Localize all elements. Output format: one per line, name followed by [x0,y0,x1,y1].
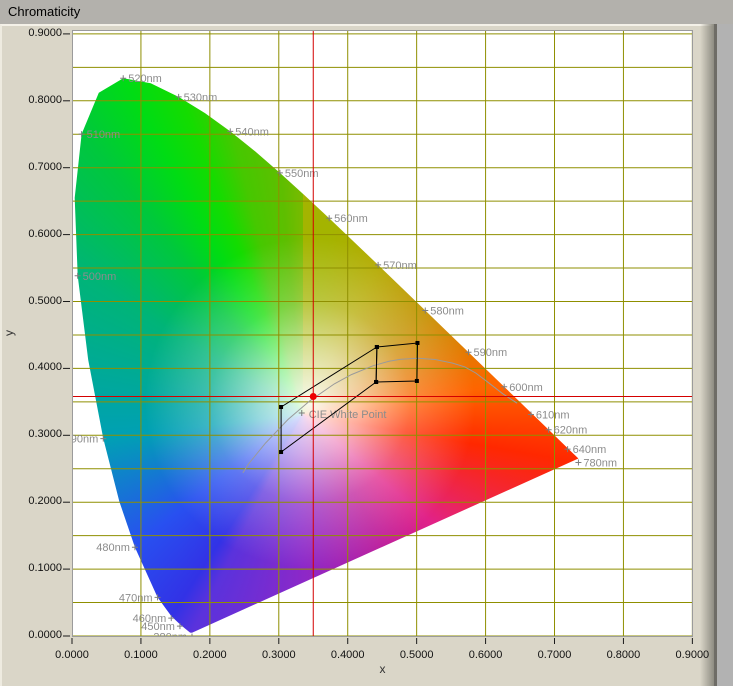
y-tick-label: 0.0000 [12,629,62,642]
cie-gamut-white-overlay [73,31,692,636]
chromaticity-plot-area[interactable] [72,30,693,637]
y-tick-label: 0.3000 [12,428,62,441]
panel-bevel-edge [714,24,717,686]
y-tick-label: 0.2000 [12,495,62,508]
x-tick-label: 0.0000 [48,649,96,661]
x-tick-label: 0.7000 [531,649,579,661]
y-axis-caption: y [2,330,16,336]
window-title-bar[interactable]: Chromaticity [0,0,733,24]
panel-bevel-shade [700,24,714,686]
y-tick-label: 0.1000 [12,562,62,575]
x-tick-label: 0.5000 [393,649,441,661]
y-tick-label: 0.6000 [12,228,62,241]
window-title: Chromaticity [8,4,80,19]
x-axis-caption: x [72,662,693,676]
x-tick-label: 0.9000 [668,649,716,661]
x-tick-label: 0.3000 [255,649,303,661]
x-tick-label: 0.1000 [117,649,165,661]
x-tick-label: 0.8000 [599,649,647,661]
y-tick-label: 0.4000 [12,361,62,374]
y-tick-label: 0.5000 [12,295,62,308]
x-tick-label: 0.2000 [186,649,234,661]
y-tick-label: 0.8000 [12,94,62,107]
y-tick-label: 0.9000 [12,27,62,40]
y-tick-label: 0.7000 [12,161,62,174]
x-tick-label: 0.4000 [324,649,372,661]
x-tick-label: 0.6000 [462,649,510,661]
screenshot-root: { "window": { "title": "Chromaticity" },… [0,0,733,686]
